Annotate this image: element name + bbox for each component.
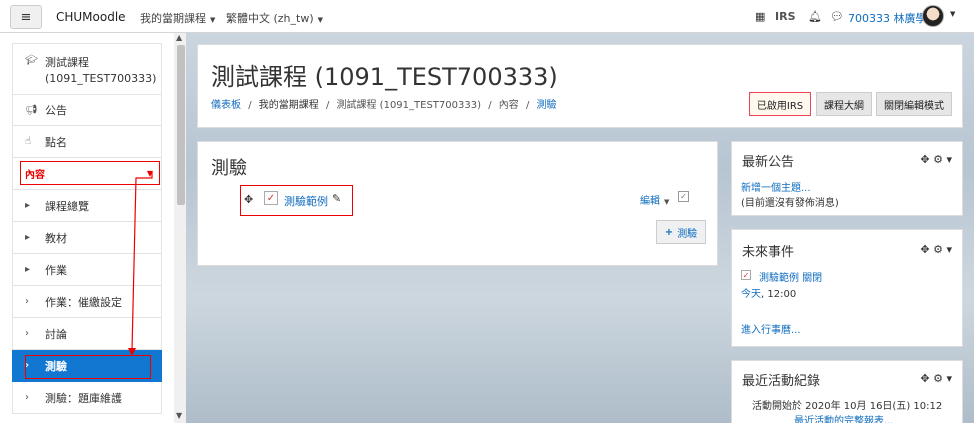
breadcrumb: 儀表板 / 我的當期課程 / 測試課程 (1091_TEST700333) / …	[211, 100, 557, 111]
turn-editing-off-button[interactable]: 關閉編輯模式	[876, 92, 952, 116]
block-controls[interactable]: ✥ ⚙ ▾	[920, 243, 952, 256]
my-courses-menu[interactable]: 我的當期課程 ▼	[140, 10, 215, 26]
graduation-cap-icon: 🎓︎	[25, 55, 38, 66]
no-news-text: (目前還沒有發佈消息)	[741, 198, 839, 209]
quiz-icon: ✓	[264, 191, 278, 205]
activity-since: 活動開始於 2020年 10月 16日(五) 10:12	[752, 401, 943, 412]
page-header: 測試課程 (1091_TEST700333) 儀表板 / 我的當期課程 / 測試…	[197, 44, 963, 128]
chevron-right-icon: ▸	[25, 264, 31, 275]
go-to-calendar-link[interactable]: 進入行事曆...	[741, 321, 801, 336]
chevron-right-icon: ›	[25, 296, 29, 307]
site-brand[interactable]: CHUMoodle	[56, 10, 126, 24]
event-link[interactable]: 測驗範例 關閉	[759, 269, 822, 284]
sidebar-item-announcements[interactable]: 📢︎ 公告	[12, 95, 162, 126]
recent-activity-block: 最近活動紀錄 ✥ ⚙ ▾ 活動開始於 2020年 10月 16日(五) 10:1…	[731, 360, 963, 423]
language-menu[interactable]: 繁體中文 (zh_tw) ▼	[226, 10, 323, 26]
chat-icon[interactable]: 💬︎	[830, 10, 844, 23]
grid-icon[interactable]: ▦	[755, 10, 765, 23]
quiz-section: 測驗 ✥ ✓ 測驗範例 ✎ 編輯 ▼ ✓ + 測驗	[197, 141, 718, 266]
quiz-icon: ✓	[741, 270, 751, 280]
megaphone-icon: 📢︎	[25, 104, 38, 116]
news-block: 最新公告 ✥ ⚙ ▾ 新增一個主題... (目前還沒有發佈消息)	[731, 141, 963, 216]
irs-link[interactable]: IRS	[775, 10, 796, 23]
scroll-down-icon[interactable]: ▼	[176, 411, 182, 420]
add-topic-link[interactable]: 新增一個主題...	[741, 179, 811, 194]
add-quiz-button[interactable]: + 測驗	[656, 220, 706, 244]
section-title: 測驗	[211, 158, 247, 179]
block-controls[interactable]: ✥ ⚙ ▾	[920, 372, 952, 385]
top-navbar: ≡ CHUMoodle 我的當期課程 ▼ 繁體中文 (zh_tw) ▼ ▦ IRS …	[0, 0, 974, 33]
event-time: 今天, 12:00	[741, 289, 797, 300]
annotation-arrow	[128, 172, 153, 356]
full-report-link[interactable]: 最近活動的完整報表...	[794, 412, 894, 423]
page-title: 測試課程 (1091_TEST700333)	[211, 63, 558, 91]
breadcrumb-dashboard[interactable]: 儀表板	[211, 100, 241, 111]
avatar[interactable]	[922, 5, 944, 27]
move-icon[interactable]: ✥	[244, 193, 253, 206]
user-menu[interactable]: 700333 林廣學	[848, 10, 927, 26]
chevron-right-icon: ›	[25, 328, 29, 339]
course-name: 測試課程	[45, 56, 89, 69]
completion-checkbox[interactable]: ✓	[678, 191, 689, 202]
edit-menu[interactable]: 編輯 ▼	[640, 192, 669, 207]
hand-icon: ☝︎	[25, 136, 32, 147]
irs-enabled-button[interactable]: 已啟用IRS	[749, 92, 811, 116]
bell-icon[interactable]: 🔔︎	[808, 10, 822, 23]
hamburger-icon[interactable]: ≡	[10, 5, 42, 29]
sidebar-item-attendance[interactable]: ☝︎ 點名	[12, 126, 162, 158]
drawer-scrollbar-thumb[interactable]	[177, 45, 185, 205]
sidebar-item-question-bank[interactable]: › 測驗：題庫維護	[12, 382, 162, 414]
pencil-icon[interactable]: ✎	[332, 192, 341, 205]
breadcrumb-content[interactable]: 內容	[499, 100, 519, 111]
events-block: 未來事件 ✥ ⚙ ▾ ✓ 測驗範例 關閉 今天, 12:00 進入行事曆...	[731, 229, 963, 347]
events-block-title: 未來事件	[742, 245, 795, 260]
breadcrumb-my-courses[interactable]: 我的當期課程	[259, 100, 319, 111]
quiz-highlight-box	[25, 355, 151, 379]
chevron-right-icon: ▸	[25, 200, 31, 211]
chevron-down-icon[interactable]: ▼	[950, 10, 955, 18]
quiz-activity-link[interactable]: 測驗範例	[284, 193, 328, 209]
course-code: (1091_TEST700333)	[45, 72, 157, 85]
news-block-title: 最新公告	[742, 155, 795, 170]
breadcrumb-course[interactable]: 測試課程 (1091_TEST700333)	[337, 100, 482, 111]
block-controls[interactable]: ✥ ⚙ ▾	[920, 153, 952, 166]
breadcrumb-quiz[interactable]: 測驗	[537, 100, 557, 111]
syllabus-button[interactable]: 課程大綱	[816, 92, 872, 116]
scroll-up-icon[interactable]: ▲	[176, 33, 182, 42]
chevron-right-icon: ▸	[25, 232, 31, 243]
recent-activity-title: 最近活動紀錄	[742, 374, 821, 389]
event-date-link[interactable]: 今天	[741, 289, 761, 300]
drawer-course-item[interactable]: 🎓︎ 測試課程 (1091_TEST700333)	[12, 43, 162, 95]
chevron-right-icon: ›	[25, 392, 29, 403]
